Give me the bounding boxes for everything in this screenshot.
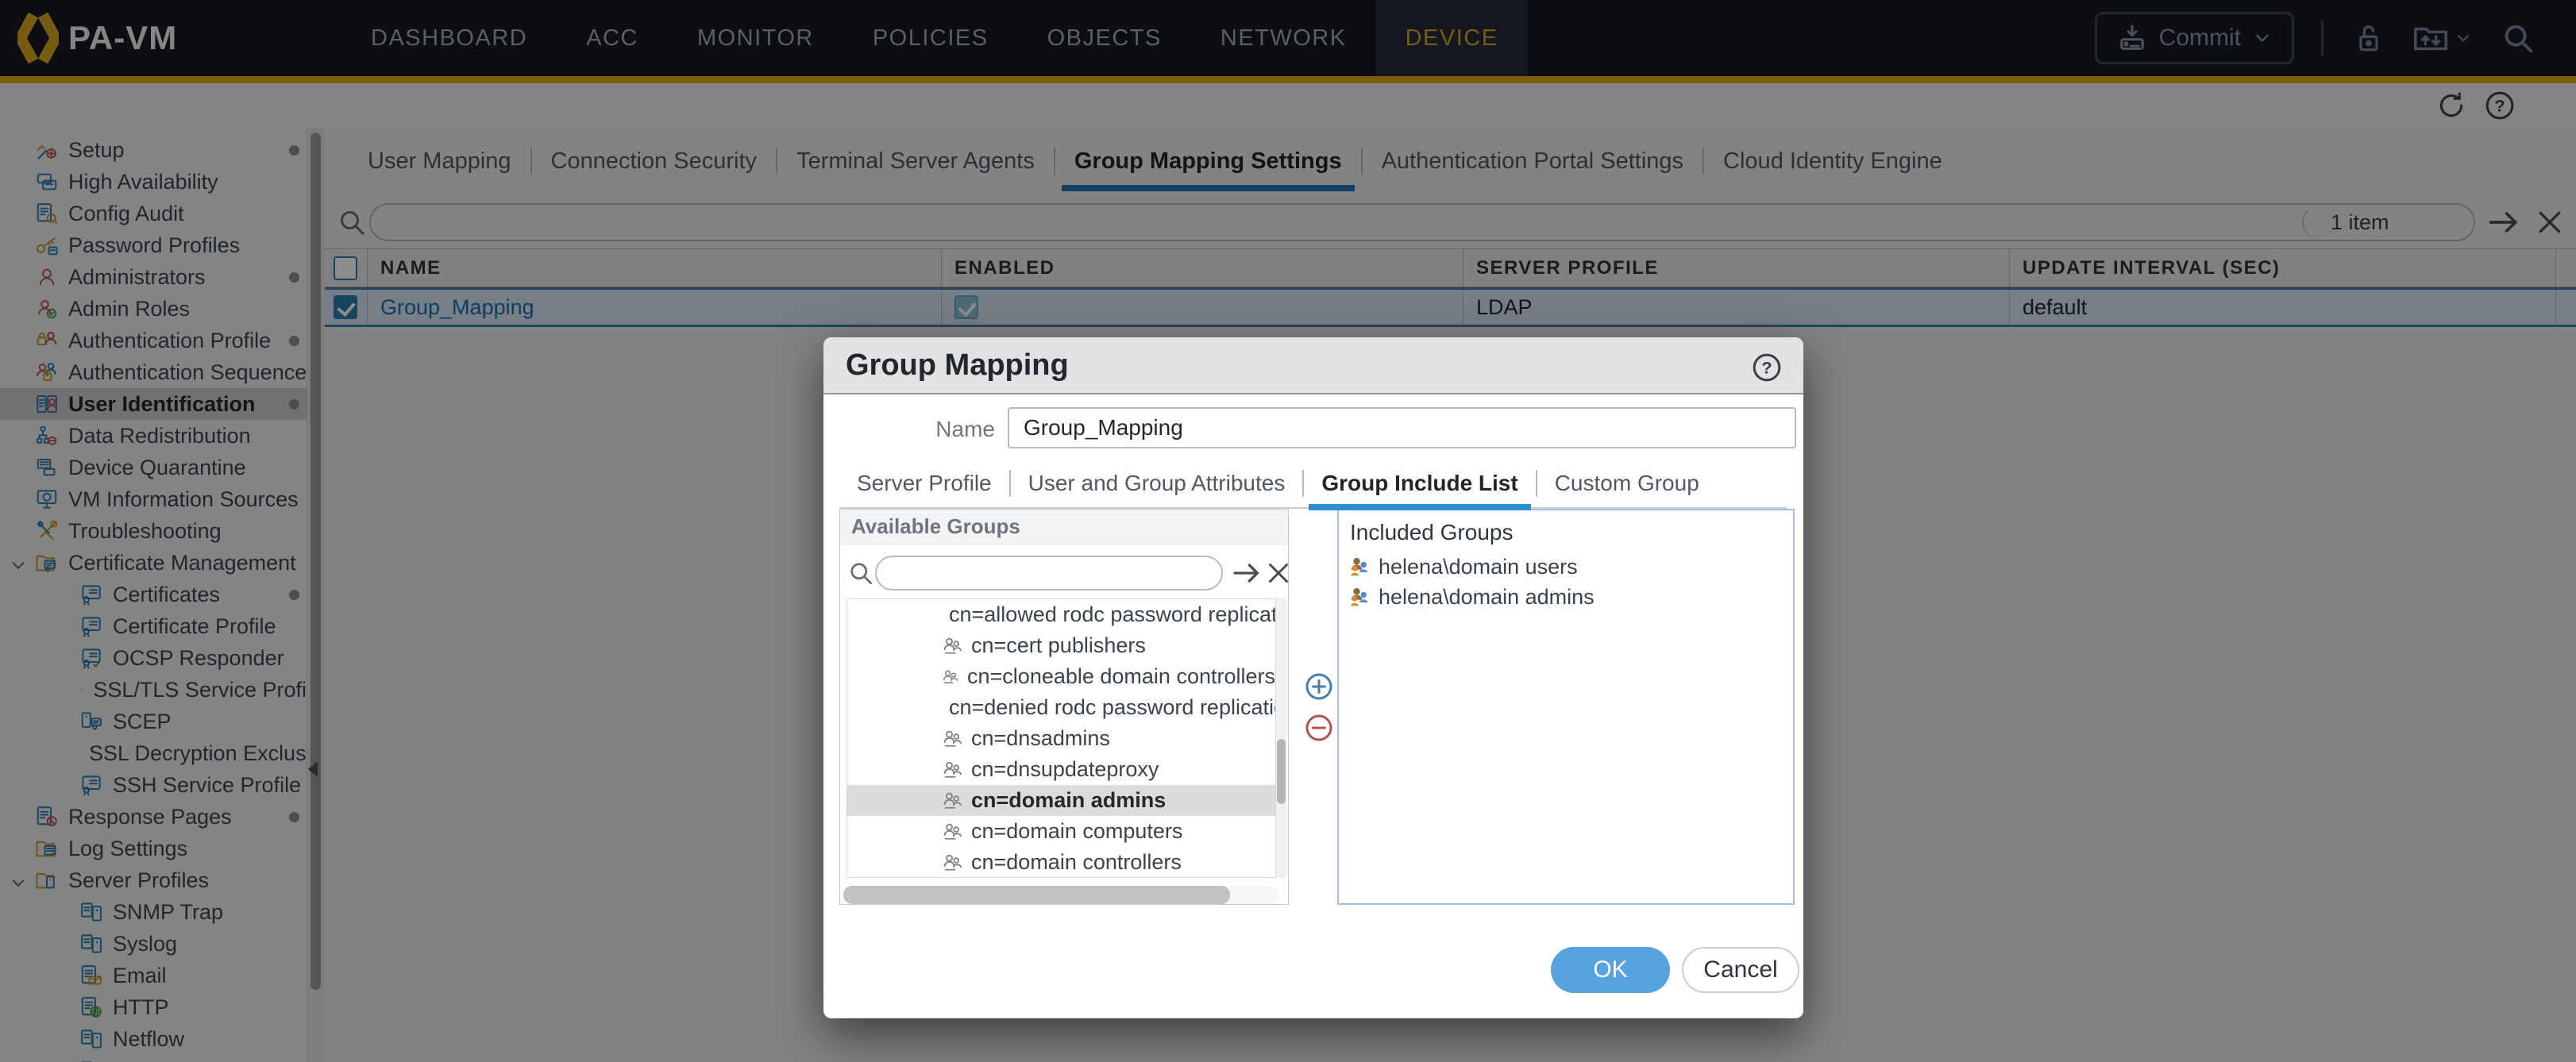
cancel-button[interactable]: Cancel — [1682, 947, 1799, 993]
dialog-tab-custom-group[interactable]: Custom Group — [1537, 471, 1717, 496]
group-icon — [941, 759, 963, 781]
dialog-tab-group-include-list[interactable]: Group Include List — [1304, 471, 1535, 496]
available-groups-list: cn=allowed rodc password replication gro… — [846, 598, 1276, 878]
dialog-title: Group Mapping — [823, 348, 1069, 383]
group-color-icon — [1347, 555, 1371, 579]
apply-filter-icon[interactable] — [1231, 557, 1263, 589]
group-icon — [941, 666, 959, 688]
included-group-helena-domain-admins[interactable]: helena\domain admins — [1339, 582, 1793, 612]
group-label: cn=cloneable domain controllers — [967, 664, 1275, 689]
group-color-icon — [1347, 585, 1371, 609]
ok-button[interactable]: OK — [1551, 947, 1670, 993]
group-icon — [941, 821, 963, 843]
search-icon — [846, 559, 875, 587]
dialog-tabs: Server ProfileUser and Group AttributesG… — [839, 463, 1717, 504]
group-label: cn=domain admins — [971, 788, 1166, 813]
available-group-cn-domain-computers[interactable]: cn=domain computers — [847, 816, 1275, 847]
available-group-cn-dnsupdateproxy[interactable]: cn=dnsupdateproxy — [847, 754, 1275, 785]
group-icon — [941, 790, 963, 812]
group-label: cn=domain computers — [971, 819, 1182, 844]
available-group-cn-denied-rodc-password-replication-group[interactable]: cn=denied rodc password replication grou… — [847, 692, 1275, 723]
group-label: cn=denied rodc password replication grou… — [949, 695, 1276, 720]
included-group-helena-domain-users[interactable]: helena\domain users — [1339, 552, 1793, 582]
group-mapping-dialog: Group Mapping ? Name Server ProfileUser … — [823, 337, 1803, 1018]
included-groups-title: Included Groups — [1339, 510, 1793, 552]
available-groups-title: Available Groups — [840, 514, 1020, 539]
group-icon — [941, 852, 963, 874]
available-groups-search-input[interactable] — [875, 556, 1223, 591]
included-groups-panel: Included Groups helena\domain usershelen… — [1337, 509, 1795, 905]
svg-text:?: ? — [1761, 358, 1772, 378]
remove-group-button[interactable] — [1303, 712, 1335, 744]
clear-filter-icon[interactable] — [1264, 559, 1293, 587]
group-label: helena\domain admins — [1379, 585, 1595, 610]
group-label: cn=dnsupdateproxy — [971, 757, 1159, 782]
name-field[interactable] — [1008, 407, 1796, 448]
available-groups-panel: Available Groups cn=allowed rodc passwor… — [839, 509, 1289, 905]
group-label: cn=allowed rodc password replication gro… — [949, 602, 1276, 627]
available-list-vscrollbar-thumb[interactable] — [1277, 739, 1286, 804]
available-list-hscrollbar-thumb[interactable] — [843, 886, 1230, 904]
group-icon — [941, 635, 963, 657]
group-label: helena\domain users — [1379, 555, 1578, 579]
dialog-tab-server-profile[interactable]: Server Profile — [839, 471, 1009, 496]
available-group-cn-domain-admins[interactable]: cn=domain admins — [847, 785, 1275, 816]
group-label: cn=dnsadmins — [971, 726, 1110, 751]
available-list-vscrollbar[interactable] — [1276, 598, 1286, 878]
available-groups-header: Available Groups — [840, 510, 1288, 544]
available-group-cn-cert-publishers[interactable]: cn=cert publishers — [847, 630, 1275, 661]
available-group-cn-allowed-rodc-password-replication-group[interactable]: cn=allowed rodc password replication gro… — [847, 599, 1275, 630]
available-group-cn-dnsadmins[interactable]: cn=dnsadmins — [847, 723, 1275, 754]
dialog-header: Group Mapping ? — [823, 337, 1803, 394]
available-list-hscrollbar[interactable] — [843, 886, 1278, 904]
dialog-help-icon[interactable]: ? — [1751, 352, 1783, 383]
group-label: cn=cert publishers — [971, 633, 1146, 658]
dialog-tab-user-and-group-attributes[interactable]: User and Group Attributes — [1011, 471, 1303, 496]
available-group-cn-domain-controllers[interactable]: cn=domain controllers — [847, 847, 1275, 878]
available-group-cn-cloneable-domain-controllers[interactable]: cn=cloneable domain controllers — [847, 661, 1275, 692]
name-label: Name — [823, 417, 995, 442]
group-label: cn=domain controllers — [971, 850, 1182, 875]
included-groups-list: helena\domain users helena\domain admins — [1339, 552, 1793, 612]
group-icon — [941, 728, 963, 750]
add-group-button[interactable] — [1303, 671, 1335, 702]
